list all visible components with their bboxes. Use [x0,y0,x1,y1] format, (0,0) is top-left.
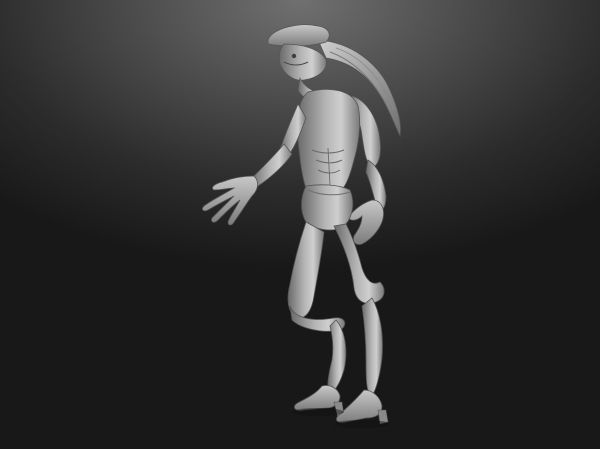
hand-left [201,175,258,226]
hips [301,184,354,231]
hand-right [347,199,384,245]
head-cap [267,24,330,47]
torso [296,89,361,195]
leg-front-thigh [287,221,325,319]
head-face [278,43,327,81]
leg-back-shin [361,297,383,397]
3d-viewport[interactable] [0,0,600,449]
foot-front [294,385,341,411]
foot-back [336,389,383,423]
sculpt-render [201,24,401,428]
